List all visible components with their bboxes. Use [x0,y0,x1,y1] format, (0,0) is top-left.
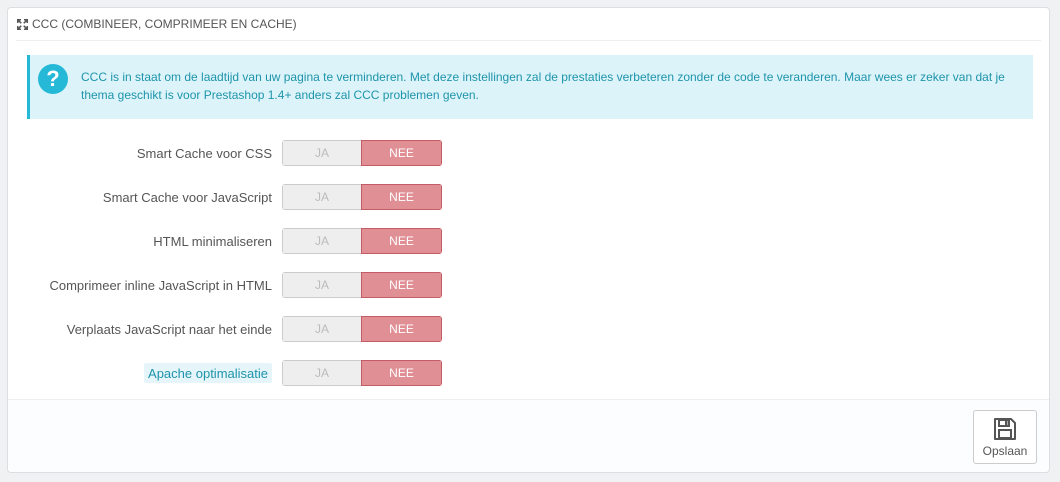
panel-heading: CCC (COMBINEER, COMPRIMEER EN CACHE) [16,8,1041,41]
switch-no-option[interactable]: NEE [361,272,442,298]
switch-no-option[interactable]: NEE [361,316,442,342]
setting-label-help[interactable]: Apache optimalisatie [144,363,272,383]
switch-no-option[interactable]: NEE [361,360,442,386]
switch-yes-option[interactable]: JA [282,228,361,254]
setting-row-html-minify: HTML minimaliseren JA NEE [8,228,1051,254]
save-button[interactable]: Opslaan [973,410,1037,464]
switch-no-option[interactable]: NEE [361,184,442,210]
switch-yes-option[interactable]: JA [282,184,361,210]
setting-label: Smart Cache voor JavaScript [102,189,272,205]
setting-label: Verplaats JavaScript naar het einde [66,321,272,337]
alert-text: CCC is in staat om de laadtijd van uw pa… [81,70,1005,102]
question-icon: ? [38,64,68,94]
html-minify-switch[interactable]: JA NEE [282,228,442,254]
save-label: Opslaan [982,443,1028,458]
panel-footer: Opslaan [8,399,1049,472]
setting-label: Comprimeer inline JavaScript in HTML [49,277,272,293]
switch-yes-option[interactable]: JA [282,140,361,166]
info-alert: ? CCC is in staat om de laadtijd van uw … [27,55,1033,119]
floppy-disk-icon [993,417,1017,441]
setting-label: Smart Cache voor CSS [136,145,272,161]
apache-optimization-switch[interactable]: JA NEE [282,360,442,386]
compress-inline-js-switch[interactable]: JA NEE [282,272,442,298]
setting-row-apache-optimization: Apache optimalisatie JA NEE [8,360,1051,386]
switch-yes-option[interactable]: JA [282,316,361,342]
switch-no-option[interactable]: NEE [361,228,442,254]
setting-row-move-js-end: Verplaats JavaScript naar het einde JA N… [8,316,1051,342]
switch-no-option[interactable]: NEE [361,140,442,166]
switch-yes-option[interactable]: JA [282,272,361,298]
setting-row-compress-inline-js: Comprimeer inline JavaScript in HTML JA … [8,272,1051,298]
setting-row-smart-cache-js: Smart Cache voor JavaScript JA NEE [8,184,1051,210]
smart-cache-css-switch[interactable]: JA NEE [282,140,442,166]
expand-icon [17,18,28,30]
ccc-panel: CCC (COMBINEER, COMPRIMEER EN CACHE) ? C… [7,7,1050,473]
setting-row-smart-cache-css: Smart Cache voor CSS JA NEE [8,140,1051,166]
setting-label: HTML minimaliseren [153,233,272,249]
switch-yes-option[interactable]: JA [282,360,361,386]
smart-cache-js-switch[interactable]: JA NEE [282,184,442,210]
move-js-end-switch[interactable]: JA NEE [282,316,442,342]
panel-title: CCC (COMBINEER, COMPRIMEER EN CACHE) [32,17,297,31]
